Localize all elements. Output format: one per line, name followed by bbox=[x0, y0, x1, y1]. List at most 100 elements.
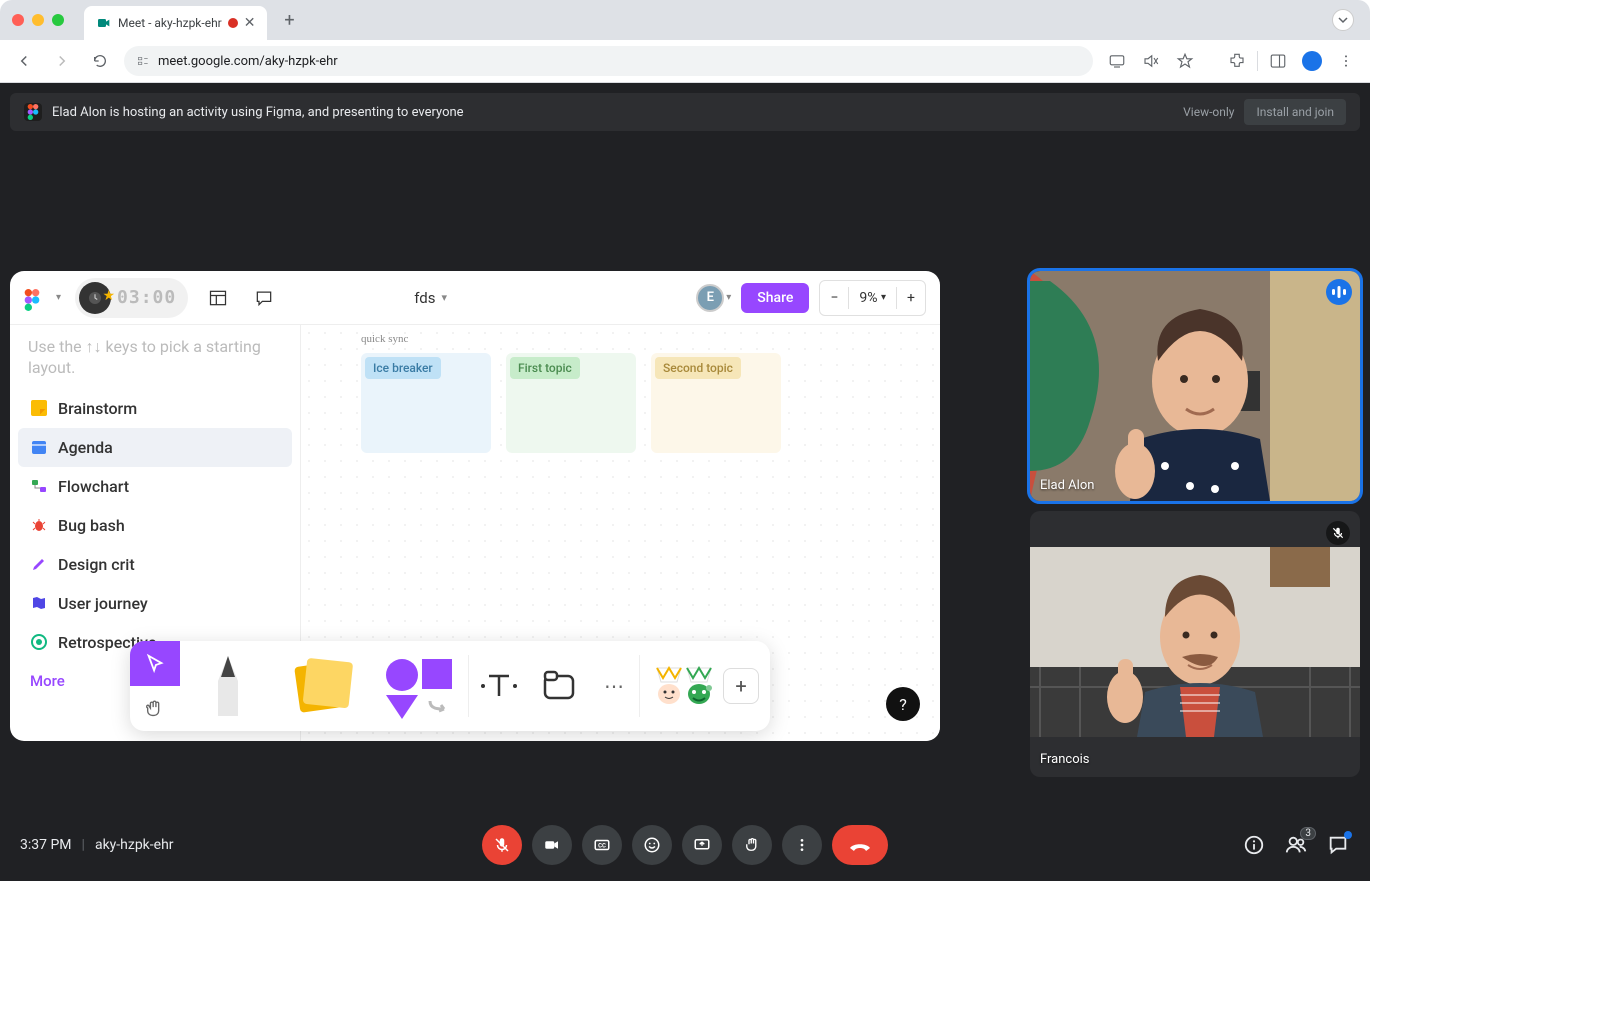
template-user-journey[interactable]: User journey bbox=[18, 584, 292, 623]
view-only-label: View-only bbox=[1183, 105, 1234, 119]
side-panel-icon[interactable] bbox=[1264, 47, 1292, 75]
add-sticker-button[interactable]: + bbox=[723, 668, 759, 704]
template-design-crit[interactable]: Design crit bbox=[18, 545, 292, 584]
profile-avatar[interactable] bbox=[1298, 47, 1326, 75]
more-options-button[interactable] bbox=[782, 825, 822, 865]
install-join-button[interactable]: Install and join bbox=[1244, 99, 1346, 125]
meeting-code: aky-hzpk-ehr bbox=[95, 837, 174, 853]
muted-icon bbox=[1326, 521, 1350, 545]
participant-name: Francois bbox=[1040, 752, 1090, 767]
reload-button[interactable] bbox=[86, 47, 114, 75]
meeting-info[interactable]: 3:37 PM | aky-hzpk-ehr bbox=[20, 837, 174, 853]
flowchart-icon bbox=[30, 477, 48, 495]
collaborator-avatar[interactable]: E bbox=[696, 284, 724, 312]
bookmark-icon[interactable] bbox=[1171, 47, 1199, 75]
meet-favicon-icon bbox=[96, 15, 112, 31]
sticker-tool[interactable]: + bbox=[640, 641, 770, 731]
chevron-down-icon[interactable]: ▾ bbox=[726, 292, 731, 303]
canvas-card-first-topic[interactable]: First topic bbox=[506, 353, 636, 453]
camera-button[interactable] bbox=[532, 825, 572, 865]
marker-tool[interactable] bbox=[180, 641, 276, 731]
template-agenda[interactable]: Agenda bbox=[18, 428, 292, 467]
timer-value: 03:00 bbox=[117, 287, 176, 308]
pen-icon bbox=[30, 555, 48, 573]
address-bar: meet.google.com/aky-hzpk-ehr bbox=[0, 40, 1370, 83]
tab-title: Meet - aky-hzpk-ehr bbox=[118, 16, 222, 30]
target-icon bbox=[30, 633, 48, 651]
url-text: meet.google.com/aky-hzpk-ehr bbox=[158, 54, 338, 69]
chat-notification-dot bbox=[1344, 831, 1352, 839]
participant-name: Elad Alon bbox=[1040, 478, 1094, 493]
timer-badge-icon: ★ bbox=[79, 282, 111, 314]
screen-share-icon[interactable] bbox=[1103, 47, 1131, 75]
template-flowchart[interactable]: Flowchart bbox=[18, 467, 292, 506]
meet-app: Elad Alon is hosting an activity using F… bbox=[0, 83, 1370, 881]
figjam-toolbar-top: ▾ ★ 03:00 fds ▾ E ▾ bbox=[10, 271, 940, 325]
participant-tile-francois[interactable]: Francois bbox=[1030, 511, 1360, 777]
sidebar-hint: Use the ↑↓ keys to pick a starting layou… bbox=[18, 337, 292, 389]
site-settings-icon[interactable] bbox=[136, 54, 150, 68]
minimize-window[interactable] bbox=[32, 14, 44, 26]
url-input[interactable]: meet.google.com/aky-hzpk-ehr bbox=[124, 46, 1093, 76]
template-brainstorm[interactable]: Brainstorm bbox=[18, 389, 292, 428]
text-tool[interactable] bbox=[469, 641, 529, 731]
forward-button[interactable] bbox=[48, 47, 76, 75]
new-tab-button[interactable]: + bbox=[275, 6, 303, 34]
extensions-icon[interactable] bbox=[1223, 47, 1251, 75]
video-feed bbox=[1030, 547, 1360, 737]
zoom-control: − 9% ▾ + bbox=[819, 280, 926, 316]
maximize-window[interactable] bbox=[52, 14, 64, 26]
share-button[interactable]: Share bbox=[741, 283, 809, 313]
captions-button[interactable]: CC bbox=[582, 825, 622, 865]
activity-banner: Elad Alon is hosting an activity using F… bbox=[10, 93, 1360, 131]
figma-icon bbox=[24, 103, 42, 121]
mute-tab-icon[interactable] bbox=[1137, 47, 1165, 75]
figma-logo-icon[interactable] bbox=[24, 289, 42, 307]
zoom-in-button[interactable]: + bbox=[897, 290, 925, 306]
note-icon bbox=[30, 399, 48, 417]
chrome-menu-icon[interactable] bbox=[1332, 47, 1360, 75]
file-title[interactable]: fds ▾ bbox=[414, 289, 447, 307]
chevron-down-icon: ▾ bbox=[441, 291, 447, 304]
select-tool[interactable] bbox=[130, 641, 180, 686]
more-tools-button[interactable]: ⋯ bbox=[589, 641, 639, 731]
bug-icon bbox=[30, 516, 48, 534]
section-tool[interactable] bbox=[529, 641, 589, 731]
comment-icon[interactable] bbox=[248, 282, 280, 314]
layout-icon[interactable] bbox=[202, 282, 234, 314]
people-button[interactable]: 3 bbox=[1284, 833, 1308, 857]
present-button[interactable] bbox=[682, 825, 722, 865]
tab-strip: Meet - aky-hzpk-ehr ✕ + bbox=[0, 0, 1370, 40]
shape-tool[interactable] bbox=[372, 641, 468, 731]
people-count-badge: 3 bbox=[1300, 827, 1316, 840]
calendar-icon bbox=[30, 438, 48, 456]
hand-tool[interactable] bbox=[130, 686, 180, 731]
presentation-panel: ▾ ★ 03:00 fds ▾ E ▾ bbox=[10, 271, 940, 741]
browser-tab[interactable]: Meet - aky-hzpk-ehr ✕ bbox=[84, 6, 267, 40]
canvas-card-ice-breaker[interactable]: Ice breaker bbox=[361, 353, 491, 453]
hangup-button[interactable] bbox=[832, 825, 888, 865]
tab-search-button[interactable] bbox=[1332, 9, 1354, 31]
figma-menu-chevron-icon[interactable]: ▾ bbox=[56, 292, 61, 303]
canvas-card-second-topic[interactable]: Second topic bbox=[651, 353, 781, 453]
raise-hand-button[interactable] bbox=[732, 825, 772, 865]
svg-text:CC: CC bbox=[598, 842, 606, 849]
timer-widget[interactable]: ★ 03:00 bbox=[75, 278, 188, 318]
clock-time: 3:37 PM bbox=[20, 837, 72, 853]
meeting-details-button[interactable] bbox=[1242, 833, 1266, 857]
back-button[interactable] bbox=[10, 47, 38, 75]
figjam-bottom-toolbar: ⋯ + bbox=[130, 641, 770, 731]
template-bug-bash[interactable]: Bug bash bbox=[18, 506, 292, 545]
participant-tile-elad[interactable]: Elad Alon bbox=[1030, 271, 1360, 501]
video-feed bbox=[1030, 271, 1360, 501]
window-controls bbox=[12, 14, 64, 26]
chat-button[interactable] bbox=[1326, 833, 1350, 857]
close-window[interactable] bbox=[12, 14, 24, 26]
sticky-note-tool[interactable] bbox=[276, 641, 372, 731]
reactions-button[interactable] bbox=[632, 825, 672, 865]
help-button[interactable]: ? bbox=[886, 687, 920, 721]
zoom-out-button[interactable]: − bbox=[820, 290, 848, 306]
zoom-level[interactable]: 9% ▾ bbox=[849, 290, 896, 306]
microphone-button[interactable] bbox=[482, 825, 522, 865]
close-tab-icon[interactable]: ✕ bbox=[244, 15, 256, 31]
